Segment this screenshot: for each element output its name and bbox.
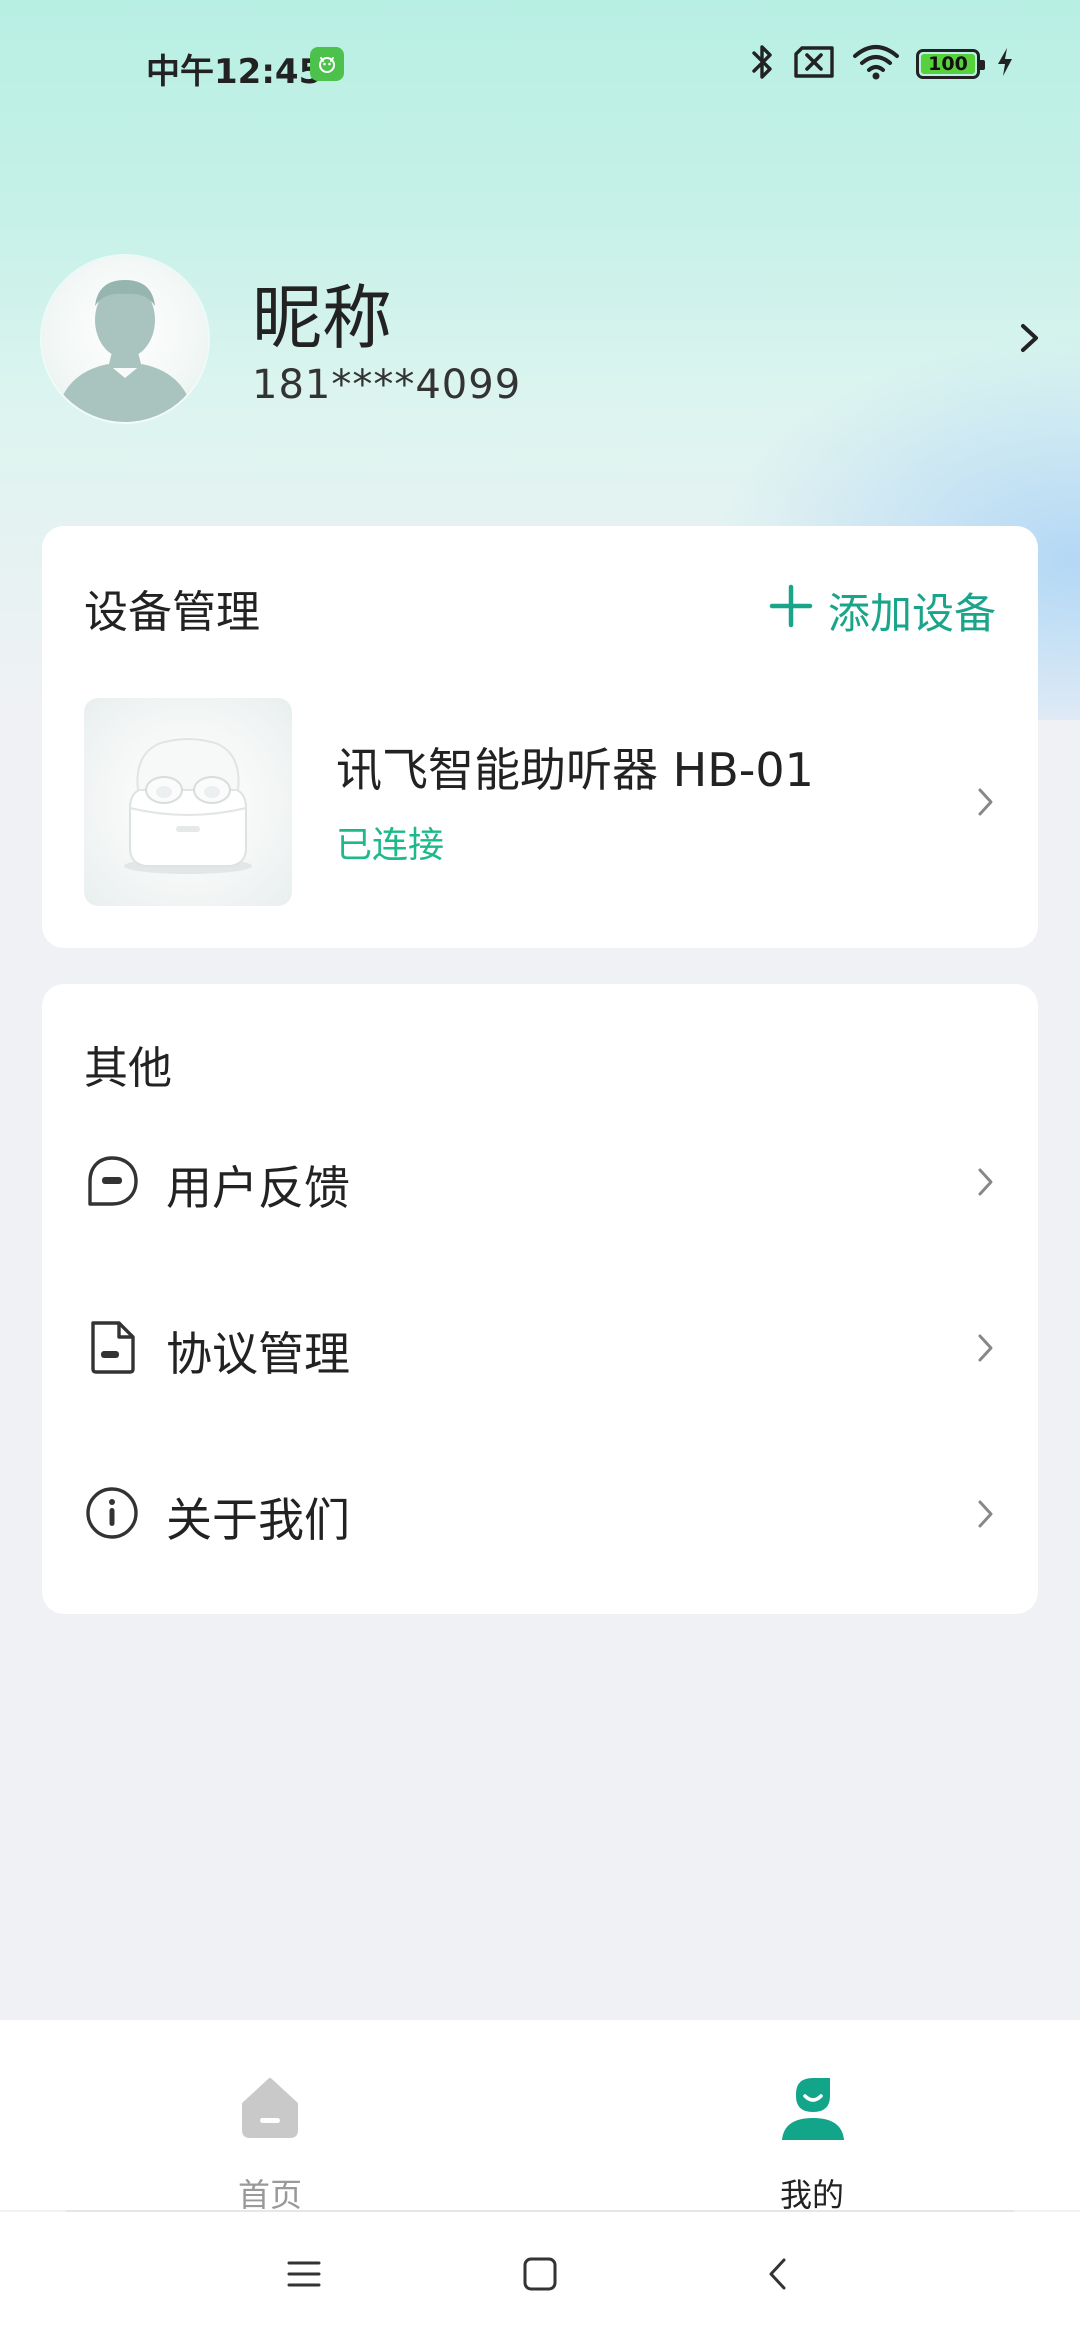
avatar[interactable] bbox=[42, 256, 208, 422]
status-bar: 中午12:45 100 bbox=[0, 0, 1080, 130]
add-device-label: 添加设备 bbox=[827, 589, 996, 638]
battery-text: 100 bbox=[928, 53, 968, 75]
chevron-right-icon bbox=[976, 784, 996, 824]
tab-home[interactable]: 首页 bbox=[140, 2050, 400, 2214]
phone-number: 181****4099 bbox=[252, 362, 522, 408]
back-icon[interactable] bbox=[764, 2256, 792, 2296]
other-title: 其他 bbox=[84, 1043, 172, 1094]
wifi-icon bbox=[852, 43, 900, 85]
no-sim-icon bbox=[792, 45, 836, 83]
device-name: 讯飞智能助听器 HB-01 bbox=[336, 743, 814, 797]
system-navigation-bar bbox=[0, 2212, 1080, 2340]
charging-icon bbox=[996, 47, 1014, 81]
home-icon bbox=[238, 2074, 302, 2142]
device-management-card: 设备管理 添加设备 讯飞智能助听器 HB-01 已连接 bbox=[42, 526, 1038, 948]
menu-label: 关于我们 bbox=[166, 1493, 350, 1547]
app-notification-icon bbox=[310, 47, 344, 81]
info-icon bbox=[84, 1485, 140, 1541]
tab-mine[interactable]: 我的 bbox=[682, 2050, 942, 2214]
menu-label: 用户反馈 bbox=[166, 1161, 350, 1215]
menu-icon[interactable] bbox=[286, 2256, 322, 2296]
chevron-right-icon bbox=[976, 1164, 996, 1204]
device-status: 已连接 bbox=[336, 825, 445, 866]
home-square-icon[interactable] bbox=[522, 2256, 558, 2296]
document-icon bbox=[84, 1319, 140, 1375]
bottom-tab-bar: 首页 我的 bbox=[0, 2020, 1080, 2214]
profile-header[interactable]: 昵称 181****4099 bbox=[42, 256, 1042, 426]
menu-label: 协议管理 bbox=[166, 1327, 350, 1381]
chevron-right-icon[interactable] bbox=[1018, 318, 1042, 362]
device-list-item[interactable]: 讯飞智能助听器 HB-01 已连接 bbox=[84, 698, 996, 906]
chevron-right-icon bbox=[976, 1496, 996, 1536]
nickname: 昵称 bbox=[252, 277, 392, 359]
feedback-icon bbox=[84, 1153, 140, 1209]
battery-icon: 100 bbox=[916, 49, 985, 79]
menu-item-agreements[interactable]: 协议管理 bbox=[84, 1292, 996, 1402]
status-time: 中午12:45 bbox=[146, 52, 323, 92]
device-management-title: 设备管理 bbox=[84, 587, 260, 638]
menu-item-feedback[interactable]: 用户反馈 bbox=[84, 1126, 996, 1236]
device-image bbox=[84, 698, 292, 906]
user-icon bbox=[780, 2074, 846, 2144]
plus-icon bbox=[768, 583, 814, 639]
bluetooth-icon bbox=[748, 42, 776, 86]
menu-item-about[interactable]: 关于我们 bbox=[84, 1458, 996, 1568]
chevron-right-icon bbox=[976, 1330, 996, 1370]
add-device-button[interactable]: 添加设备 bbox=[768, 580, 996, 641]
avatar-placeholder-icon bbox=[56, 280, 194, 422]
other-card: 其他 用户反馈 协议管理 关于我们 bbox=[42, 984, 1038, 1614]
